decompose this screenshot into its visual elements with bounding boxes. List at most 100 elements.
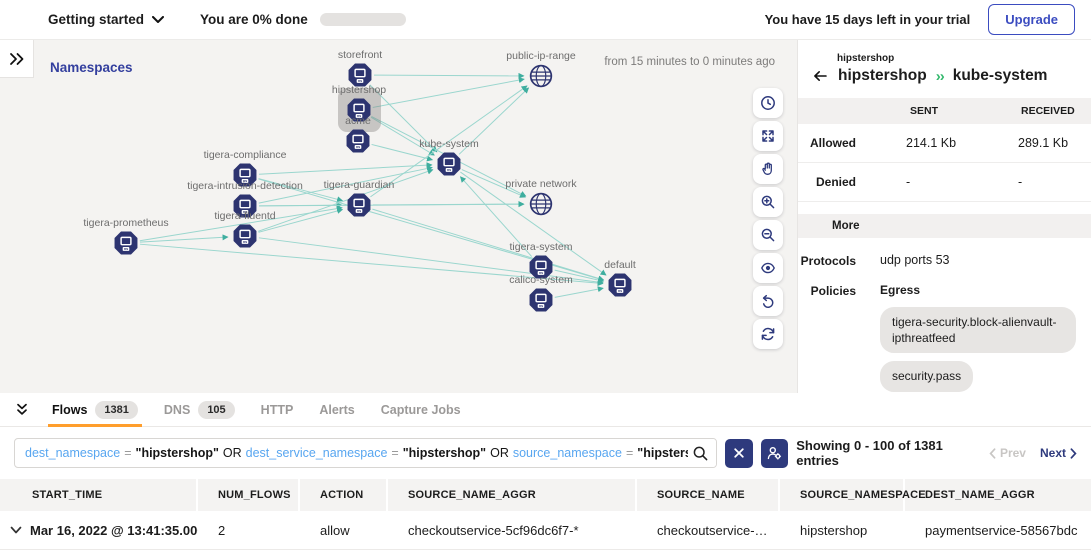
column-header-start_time[interactable]: START_TIME [0, 479, 198, 511]
stats-rows: Allowed214.1 Kb289.1 KbDenied-- [798, 124, 1091, 202]
tab-capture-jobs[interactable]: Capture Jobs [381, 393, 461, 426]
policies-label: Policies [798, 283, 856, 393]
fit-view-icon [760, 128, 776, 144]
cell-num_flows: 2 [198, 523, 300, 538]
collapse-panel-button[interactable] [14, 402, 30, 417]
namespace-icon: ns [346, 129, 371, 154]
flows-table-body: Mar 16, 2022 @ 13:41:35.0002allowcheckou… [0, 511, 1091, 550]
filter-query: dest_namespace="hipstershop"ORdest_servi… [25, 446, 688, 460]
upgrade-button[interactable]: Upgrade [988, 4, 1075, 35]
tab-label: Alerts [319, 403, 354, 417]
tab-flows[interactable]: Flows 1381 [52, 393, 138, 426]
stats-header-row: SENT RECEIVED [798, 98, 1091, 124]
svg-text:ns: ns [447, 168, 451, 172]
bottom-tabs: Flows 1381 DNS105 HTTP Alerts Capture Jobs [52, 393, 461, 426]
graph-panel: storefrontnspublic-ip-rangehipstershopns… [0, 40, 797, 393]
double-chevron-right-icon [8, 51, 25, 67]
flow-source-label: hipstershop [838, 67, 927, 85]
graph-node-label: calico-system [509, 274, 573, 286]
trial-countdown: You have 15 days left in your trial [765, 12, 971, 27]
policy-pill[interactable]: tigera-security.block-alienvault-ipthrea… [880, 307, 1076, 353]
graph-node-label: tigera-guardian [324, 179, 395, 191]
graph-node-label: tigera-compliance [204, 149, 287, 161]
stat-sent-value: - [906, 175, 1018, 189]
flow-direction-icon: ›› [936, 68, 944, 85]
row-expand-chevron-icon[interactable] [10, 526, 22, 535]
next-page-button[interactable]: Next [1040, 446, 1077, 460]
stat-row-allowed: Allowed214.1 Kb289.1 Kb [798, 124, 1091, 163]
column-header-source_namespace[interactable]: SOURCE_NAMESPACE [780, 479, 905, 511]
graph-toolbar [753, 88, 783, 349]
column-header-num_flows[interactable]: NUM_FLOWS [198, 479, 300, 511]
filter-token-field: source_namespace [513, 446, 622, 460]
chevron-left-icon [989, 448, 996, 459]
namespace-icon: ns [233, 224, 258, 249]
svg-text:ns: ns [358, 79, 362, 83]
timeline-button[interactable] [753, 88, 783, 118]
clock-icon [760, 95, 776, 111]
flow-target-label: kube-system [953, 67, 1048, 85]
namespace-icon: ns [347, 193, 372, 218]
tab-label: DNS [164, 403, 190, 417]
undo-button[interactable] [753, 286, 783, 316]
tab-count-badge: 1381 [95, 401, 137, 419]
expand-sidebar-button[interactable] [0, 40, 34, 78]
sent-column-header: SENT [906, 105, 1018, 117]
search-icon[interactable] [689, 439, 716, 467]
svg-text:ns: ns [124, 247, 128, 251]
column-header-dest_name_aggr[interactable]: DEST_NAME_AGGR [905, 479, 1091, 511]
getting-started-dropdown[interactable]: Getting started [48, 12, 164, 27]
fit-view-button[interactable] [753, 121, 783, 151]
svg-text:ns: ns [618, 289, 622, 293]
graph-node-label: public-ip-range [506, 50, 575, 62]
eye-icon [760, 260, 776, 276]
cell-text: Mar 16, 2022 @ 13:41:35.000 [30, 523, 198, 538]
pan-button[interactable] [753, 154, 783, 184]
filter-token-operator: = [124, 446, 131, 460]
tab-label: Flows [52, 403, 87, 417]
stat-received-value: - [1018, 175, 1091, 189]
filter-row: dest_namespace="hipstershop"ORdest_servi… [0, 427, 1091, 479]
filter-token-operator: = [391, 446, 398, 460]
stat-row-denied: Denied-- [798, 163, 1091, 202]
stat-label: Allowed [798, 136, 906, 150]
stat-sent-value: 214.1 Kb [906, 136, 1018, 150]
visibility-button[interactable] [753, 253, 783, 283]
tab-alerts[interactable]: Alerts [319, 393, 354, 426]
graph-title: Namespaces [50, 60, 133, 75]
globe-icon [527, 190, 555, 218]
graph-nodes: storefrontnspublic-ip-rangehipstershopns… [0, 40, 797, 393]
policy-pill[interactable]: security.pass [880, 361, 973, 391]
policies-direction-label: Egress [880, 283, 920, 297]
getting-started-label: Getting started [48, 12, 144, 27]
globe-icon [527, 62, 555, 90]
filter-input[interactable]: dest_namespace="hipstershop"ORdest_servi… [14, 438, 717, 468]
back-arrow-icon[interactable] [812, 68, 829, 84]
svg-text:ns: ns [243, 240, 247, 244]
tab-http[interactable]: HTTP [261, 393, 294, 426]
graph-node-label: acme [345, 115, 371, 127]
clear-filter-button[interactable] [725, 439, 753, 468]
stat-received-value: 289.1 Kb [1018, 136, 1091, 150]
more-section-header: More [798, 214, 1091, 238]
filter-user-settings-button[interactable] [761, 439, 789, 468]
column-header-action[interactable]: ACTION [300, 479, 388, 511]
filter-token-keyword: OR [490, 446, 509, 460]
zoom-out-button[interactable] [753, 220, 783, 250]
graph-node-label: tigera-prometheus [83, 217, 168, 229]
detail-panel: hipstershop hipstershop ›› kube-system S… [797, 40, 1091, 393]
zoom-in-button[interactable] [753, 187, 783, 217]
column-header-source_name[interactable]: SOURCE_NAME [637, 479, 780, 511]
refresh-button[interactable] [753, 319, 783, 349]
cell-dest_name_aggr: paymentservice-58567bdc [905, 523, 1091, 538]
tab-dns[interactable]: DNS105 [164, 393, 235, 426]
graph-node-label: tigera-fluentd [214, 210, 275, 222]
tab-bar: Flows 1381 DNS105 HTTP Alerts Capture Jobs [0, 393, 1091, 427]
table-row[interactable]: Mar 16, 2022 @ 13:41:35.0002allowcheckou… [0, 511, 1091, 550]
svg-text:ns: ns [356, 145, 360, 149]
svg-text:ns: ns [357, 209, 361, 213]
tab-label: Capture Jobs [381, 403, 461, 417]
prev-page-button[interactable]: Prev [989, 446, 1026, 460]
cell-action: allow [300, 523, 388, 538]
column-header-source_name_aggr[interactable]: SOURCE_NAME_AGGR [388, 479, 637, 511]
